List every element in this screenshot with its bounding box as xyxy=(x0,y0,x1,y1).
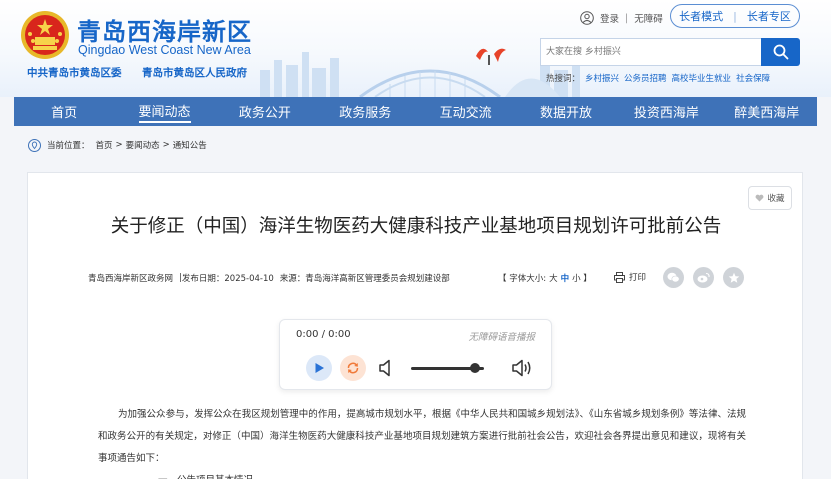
nav-item-interaction[interactable]: 互动交流 xyxy=(416,97,516,126)
favorite-button[interactable]: 收藏 xyxy=(748,186,792,210)
breadcrumb-label: 当前位置： xyxy=(47,141,90,151)
breadcrumb: 当前位置： 首页 > 要闻动态 > 通知公告 xyxy=(28,137,207,153)
divider: | xyxy=(733,9,737,23)
speaker-icon[interactable] xyxy=(378,358,396,378)
location-pin-icon xyxy=(28,138,41,152)
nav-item-news[interactable]: 要闻动态 xyxy=(114,97,214,126)
nav-label: 政务服务 xyxy=(339,106,392,121)
national-emblem-icon xyxy=(21,11,69,59)
hot-word[interactable]: 公务员招聘 xyxy=(624,72,667,84)
font-large-option[interactable]: 大 xyxy=(549,272,558,284)
printer-icon xyxy=(614,271,625,283)
favorite-label: 收藏 xyxy=(767,194,785,204)
nav-item-gov-affairs[interactable]: 政务公开 xyxy=(215,97,315,126)
volume-slider-handle[interactable] xyxy=(469,363,480,373)
nav-item-scenery[interactable]: 醉美西海岸 xyxy=(717,97,817,126)
hot-word[interactable]: 高校毕业生就业 xyxy=(672,72,732,84)
wechat-icon xyxy=(667,272,680,283)
font-small-option[interactable]: 小 】 xyxy=(572,272,592,284)
font-size-control: 【 字体大小: 大 中 小 】 xyxy=(498,272,592,284)
breadcrumb-separator: > xyxy=(115,140,123,150)
top-links: 登录 | 无障碍 xyxy=(580,10,663,26)
breadcrumb-notices[interactable]: 通知公告 xyxy=(173,139,207,151)
search-button[interactable] xyxy=(761,38,800,66)
elder-version-link[interactable]: 长者专区 xyxy=(747,8,791,24)
nav-label: 首页 xyxy=(51,106,78,121)
play-button[interactable] xyxy=(306,355,332,381)
divider: | xyxy=(625,12,629,24)
share-buttons xyxy=(663,267,744,288)
heart-icon xyxy=(756,194,764,202)
print-label: 打印 xyxy=(629,273,647,283)
breadcrumb-news[interactable]: 要闻动态 xyxy=(126,139,160,151)
article-source: 青岛西海岸新区政务网 xyxy=(88,274,174,284)
share-wechat-button[interactable] xyxy=(663,267,684,288)
search-input[interactable] xyxy=(540,38,761,66)
star-icon xyxy=(728,272,739,283)
nav-label: 数据开放 xyxy=(540,106,593,121)
main-nav: 首页 要闻动态 政务公开 政务服务 互动交流 数据开放 投资西海岸 醉美西海岸 xyxy=(14,97,817,126)
site-subtitle: Qingdao West Coast New Area xyxy=(78,43,251,57)
publish-date: 发布日期：2025-04-10 xyxy=(181,274,274,284)
nav-label: 投资西海岸 xyxy=(633,106,699,121)
article-title: 关于修正（中国）海洋生物医药大健康科技产业基地项目规划许可批前公告 xyxy=(110,216,722,237)
nav-item-invest[interactable]: 投资西海岸 xyxy=(616,97,716,126)
nav-label: 要闻动态 xyxy=(138,101,191,123)
article-body: 为加强公众参与，发挥公众在我区规划管理中的作用，提高城市规划水平，根据《中华人民… xyxy=(98,404,746,479)
elder-mode-box: 长者模式 | 长者专区 xyxy=(670,4,800,28)
site-title[interactable]: 青岛西海岸新区 xyxy=(77,12,252,47)
loop-button[interactable] xyxy=(340,355,366,381)
nav-item-open-data[interactable]: 数据开放 xyxy=(516,97,616,126)
hot-words-label: 热搜词： xyxy=(546,74,581,84)
nav-item-gov-services[interactable]: 政务服务 xyxy=(315,97,415,126)
nav-label: 政务公开 xyxy=(238,106,291,121)
nav-label: 醉美西海岸 xyxy=(734,106,800,121)
breadcrumb-home[interactable]: 首页 xyxy=(96,139,113,151)
accessible-link[interactable]: 无障碍 xyxy=(634,11,663,25)
article-section-heading: 一、公告项目基本情况 xyxy=(98,470,746,479)
user-icon xyxy=(580,11,594,25)
loop-icon xyxy=(347,362,359,374)
article-paragraph: 为加强公众参与，发挥公众在我区规划管理中的作用，提高城市规划水平，根据《中华人民… xyxy=(98,409,746,464)
tts-label: 无障碍语音播报 xyxy=(468,332,535,343)
elder-mode-link[interactable]: 长者模式 xyxy=(679,8,723,24)
breadcrumb-separator: > xyxy=(162,140,170,150)
nav-item-home[interactable]: 首页 xyxy=(14,97,114,126)
hot-word[interactable]: 社会保障 xyxy=(736,72,770,84)
site-header: 青岛西海岸新区 Qingdao West Coast New Area 中共青岛… xyxy=(0,0,831,97)
search-icon xyxy=(773,44,788,60)
print-button[interactable]: 打印 xyxy=(614,271,646,283)
nav-label: 互动交流 xyxy=(439,106,492,121)
login-link[interactable]: 登录 xyxy=(600,11,619,25)
dept-committee: 中共青岛市黄岛区委 xyxy=(27,67,122,79)
bird-logo-icon xyxy=(476,48,506,65)
hot-words: 热搜词： 乡村振兴 公务员招聘 高校毕业生就业 社会保障 xyxy=(546,72,770,84)
share-star-button[interactable] xyxy=(723,267,744,288)
hot-word[interactable]: 乡村振兴 xyxy=(585,72,619,84)
font-size-label: 【 字体大小: xyxy=(498,274,547,284)
article-origin: 来源：青岛海洋高新区管理委员会规划建设部 xyxy=(279,274,450,284)
font-medium-option[interactable]: 中 xyxy=(561,272,570,284)
dept-government: 青岛市黄岛区人民政府 xyxy=(142,67,247,79)
audio-player: 0:00 / 0:00 无障碍语音播报 xyxy=(279,319,552,390)
article-panel: 收藏 关于修正（中国）海洋生物医药大健康科技产业基地项目规划许可批前公告 青岛西… xyxy=(27,172,803,479)
share-weibo-button[interactable] xyxy=(693,267,714,288)
volume-up-icon[interactable] xyxy=(511,358,533,378)
weibo-icon xyxy=(697,272,710,283)
play-icon xyxy=(315,363,324,373)
audio-time: 0:00 / 0:00 xyxy=(296,329,351,340)
article-meta: 青岛西海岸新区政务网 | 发布日期：2025-04-10 来源：青岛海洋高新区管… xyxy=(88,272,450,284)
